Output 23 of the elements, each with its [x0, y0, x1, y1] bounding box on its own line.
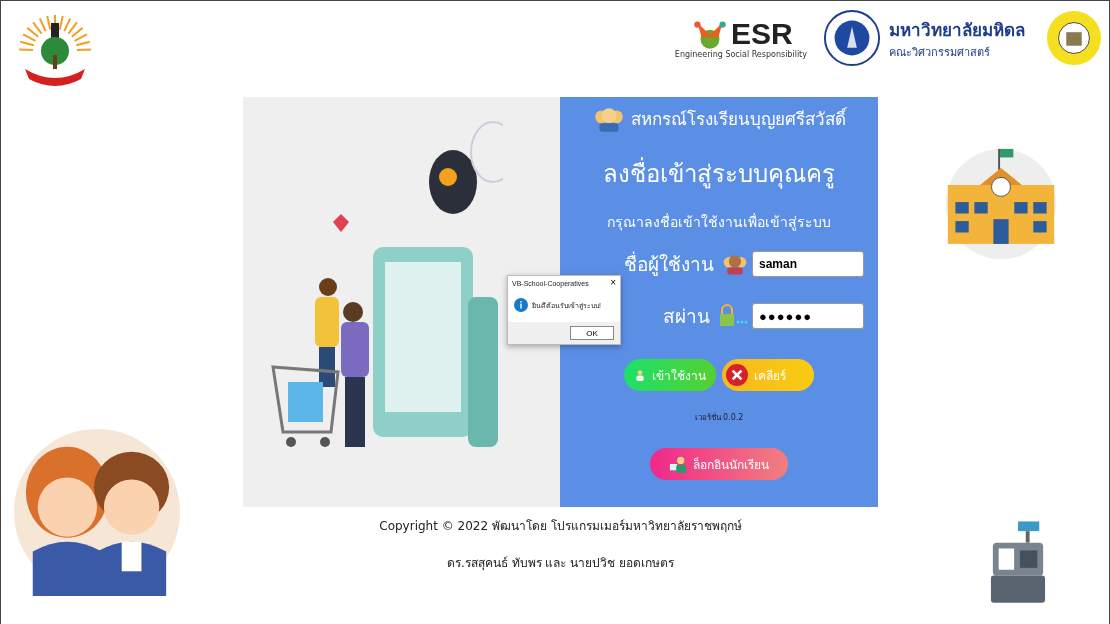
- ok-button[interactable]: OK: [570, 326, 614, 340]
- faculty-name: คณะวิศวกรรมศาสตร์: [889, 44, 991, 61]
- close-icon: [726, 364, 748, 386]
- esr-logo: ESR Engineering Social Responsibility: [674, 17, 807, 59]
- version-text: เวอร์ชั่น 0.0.2: [694, 411, 744, 424]
- password-field[interactable]: ●●●●●●: [752, 303, 864, 329]
- university-name: มหาวิทยาลัยมหิดล: [889, 18, 1025, 42]
- info-icon: [514, 298, 528, 312]
- login-title: ลงชื่อเข้าสู่ระบบคุณครู: [603, 154, 835, 193]
- footer-text: ดร.รสสุคนธ์ ทับพร และ นายปวิช ยอดเกษตร: [446, 555, 675, 572]
- people-icon: [592, 105, 625, 132]
- field-label: สผ่าน: [663, 304, 710, 329]
- organization-name: สหกรณ์โรงเรียนบุญยศรีสวัสดิ์: [630, 106, 846, 132]
- padlock-icon: [718, 304, 748, 328]
- student-icon: [669, 455, 687, 473]
- field-label: ชื่อผู้ใช้งาน: [624, 250, 714, 278]
- people-icon: [722, 252, 748, 276]
- university-seal-icon: [1045, 9, 1103, 67]
- username-field[interactable]: saman: [752, 251, 864, 277]
- close-button[interactable]: ×: [610, 278, 616, 288]
- university-seal-icon: [823, 9, 881, 67]
- login-subtitle: กรุณาลงชื่อเข้าใช้งานเพื่อเข้าสู่ระบบ: [607, 212, 831, 233]
- footer-text: Copyright © 2022 พัฒนาโดย โปรแกรมเมอร์มหาวิทยาลัยราชพฤกษ์: [379, 518, 742, 535]
